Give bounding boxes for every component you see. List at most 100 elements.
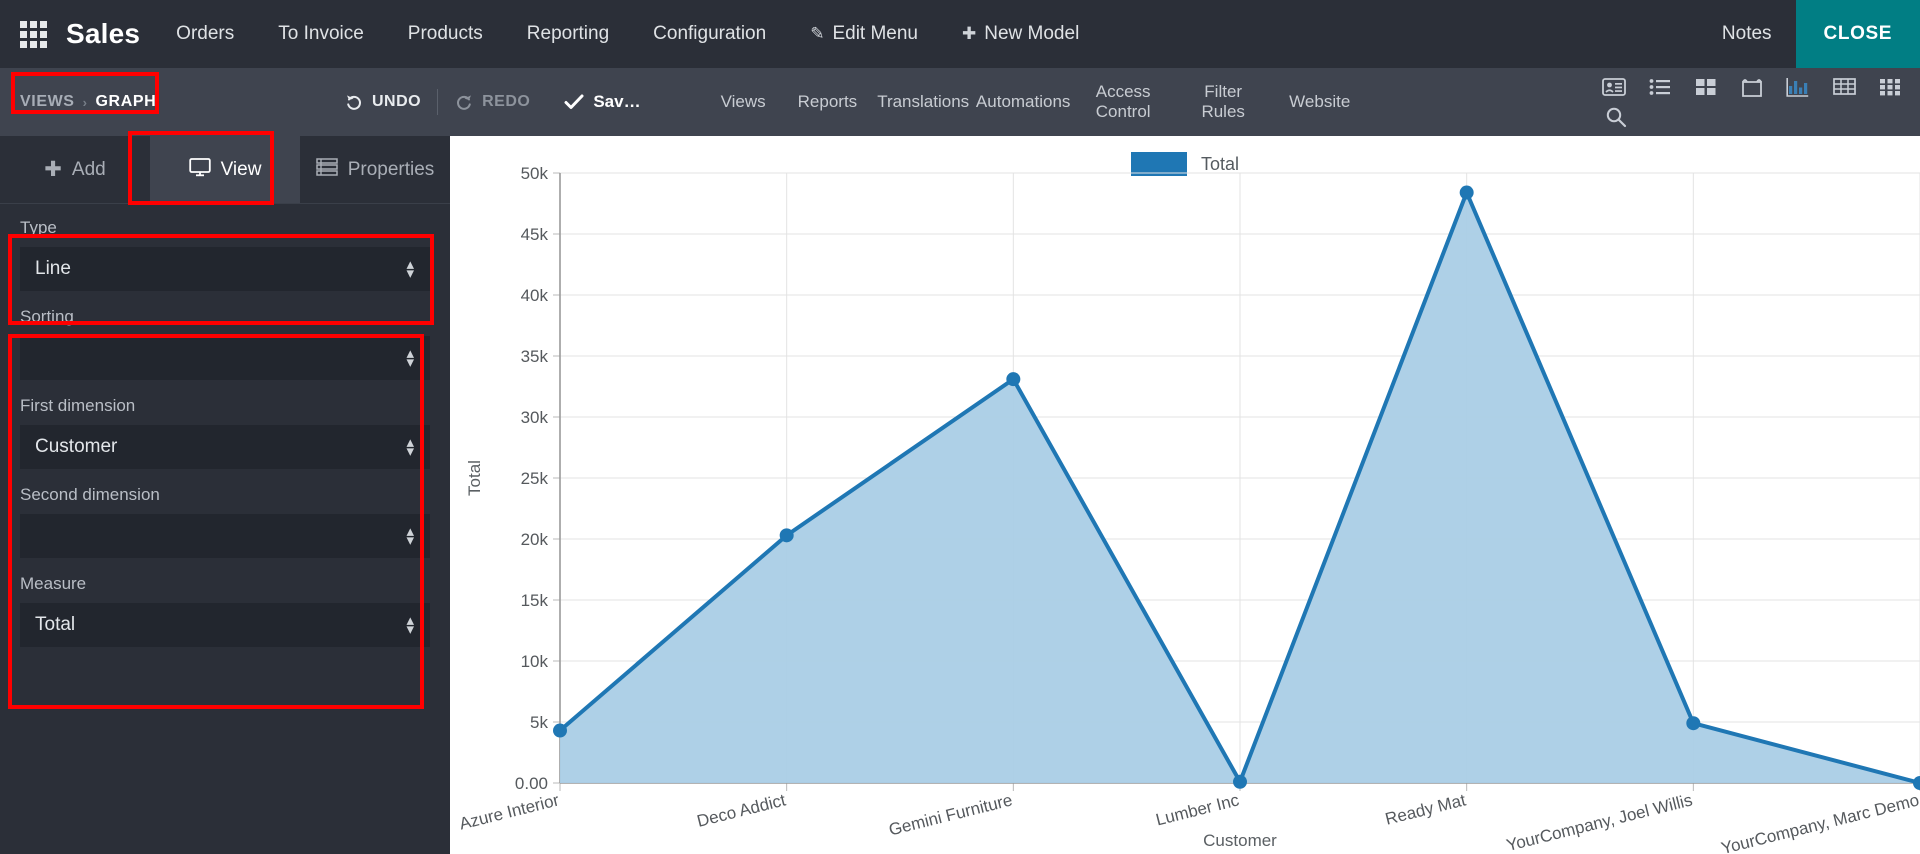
svg-text:25k: 25k [521, 469, 549, 488]
svg-text:0.00: 0.00 [515, 774, 548, 793]
chevron-updown-icon: ▴ ▾ [406, 344, 414, 371]
monitor-icon [188, 157, 211, 183]
pivot-icon[interactable] [1830, 74, 1858, 100]
notes-button[interactable]: Notes [1698, 0, 1796, 68]
studio-toolbar: VIEWS › GRAPH UNDO REDO Sav… Views Repor… [0, 68, 1920, 136]
calendar-icon[interactable] [1738, 74, 1766, 100]
edit-menu-text: Edit Menu [832, 23, 918, 44]
type-select[interactable]: Line ▴ ▾ [20, 247, 430, 291]
grid-icon[interactable] [1876, 74, 1904, 100]
check-icon [564, 94, 584, 109]
body: ✚ Add View Properties Type Line ▴ ▾ Sort… [0, 136, 1920, 854]
svg-text:Azure Interior: Azure Interior [457, 790, 561, 833]
second-dimension-select[interactable]: ▴ ▾ [20, 514, 430, 558]
sidebar-fields: Type Line ▴ ▾ Sorting ▴ ▾ First dimension [0, 204, 450, 657]
svg-text:15k: 15k [521, 591, 549, 610]
menu-item-orders[interactable]: Orders [154, 0, 256, 68]
field-sorting: Sorting ▴ ▾ [0, 301, 450, 390]
field-first-dimension-label: First dimension [20, 396, 136, 415]
first-dimension-select[interactable]: Customer ▴ ▾ [20, 425, 430, 469]
menu-item-products[interactable]: Products [386, 0, 505, 68]
properties-icon [315, 157, 338, 183]
breadcrumb-graph[interactable]: GRAPH [96, 93, 157, 111]
field-second-dimension: Second dimension ▴ ▾ [0, 479, 450, 568]
tab-access-control[interactable]: Access Control [1073, 68, 1173, 136]
save-button[interactable]: Sav… [546, 92, 658, 112]
sorting-select[interactable]: ▴ ▾ [20, 336, 430, 380]
type-select-value: Line [35, 258, 71, 279]
view-switcher [1590, 68, 1920, 136]
apps-grid-icon[interactable] [0, 0, 66, 68]
plus-icon: ✚ [44, 158, 62, 181]
graph-icon[interactable] [1784, 74, 1812, 100]
tab-filter-rules[interactable]: Filter Rules [1173, 68, 1273, 136]
field-measure: Measure Total ▴ ▾ [0, 568, 450, 657]
contact-card-icon[interactable] [1600, 74, 1628, 100]
new-model-button[interactable]: ✚ New Model [940, 0, 1101, 68]
svg-text:5k: 5k [530, 713, 548, 732]
svg-text:50k: 50k [521, 164, 549, 183]
main-menu: Orders To Invoice Products Reporting Con… [154, 0, 1101, 68]
sidebar-tab-properties-label: Properties [347, 158, 435, 180]
field-second-dimension-label: Second dimension [20, 485, 160, 504]
measure-select-value: Total [35, 614, 76, 635]
sidebar-tab-add[interactable]: ✚ Add [0, 136, 150, 203]
navbar-right: Notes CLOSE [1698, 0, 1920, 68]
pencil-icon: ✎ [810, 24, 825, 43]
plus-icon: ✚ [962, 24, 977, 43]
menu-item-reporting[interactable]: Reporting [505, 0, 631, 68]
svg-text:30k: 30k [521, 408, 549, 427]
tab-views[interactable]: Views [705, 68, 782, 136]
tab-automations[interactable]: Automations [973, 68, 1073, 136]
save-label: Sav… [593, 92, 641, 111]
undo-button[interactable]: UNDO [328, 92, 437, 112]
tab-website[interactable]: Website [1273, 68, 1366, 136]
chevron-updown-icon: ▴ ▾ [406, 522, 414, 549]
measure-select[interactable]: Total ▴ ▾ [20, 603, 430, 647]
sidebar-tab-properties[interactable]: Properties [300, 136, 450, 203]
search-icon[interactable] [1602, 104, 1630, 130]
view-switcher-row [1600, 74, 1904, 100]
breadcrumb[interactable]: VIEWS › GRAPH [0, 68, 178, 136]
tab-reports[interactable]: Reports [782, 68, 874, 136]
menu-item-configuration[interactable]: Configuration [631, 0, 788, 68]
chevron-updown-icon: ▴ ▾ [406, 611, 414, 638]
chart-canvas[interactable]: 0.00 5k 10k 15k 20k 25k 30k 35k 40k 45k 50k Azure I… [450, 136, 1920, 854]
list-icon[interactable] [1646, 74, 1674, 100]
navbar-spacer [1101, 0, 1698, 68]
edit-menu-button[interactable]: ✎ Edit Menu [788, 0, 940, 68]
redo-button[interactable]: REDO [438, 92, 546, 112]
app-root: Sales Orders To Invoice Products Reporti… [0, 0, 1920, 854]
field-type-label: Type [20, 218, 57, 237]
field-measure-label: Measure [20, 574, 87, 593]
kanban-icon[interactable] [1692, 74, 1720, 100]
breadcrumb-views[interactable]: VIEWS [20, 93, 75, 111]
studio-tabs: Views Reports Translations Automations A… [705, 68, 1367, 136]
editor-sidebar: ✚ Add View Properties Type Line ▴ ▾ Sort… [0, 136, 450, 854]
redo-label: REDO [482, 93, 531, 110]
svg-text:Ready Mat: Ready Mat [1383, 790, 1468, 828]
graph-view: Total 0.00 5k 10k 15k 20k 25k 30k 35k 40k 45k 50k A… [450, 136, 1920, 854]
svg-text:Gemini Furniture: Gemini Furniture [887, 790, 1014, 839]
chevron-updown-icon: ▴ ▾ [406, 433, 414, 460]
menu-item-to-invoice[interactable]: To Invoice [256, 0, 386, 68]
svg-text:35k: 35k [521, 347, 549, 366]
chevron-updown-icon: ▴ ▾ [406, 255, 414, 282]
undo-redo-group: UNDO REDO Sav… [328, 68, 659, 136]
field-type: Type Line ▴ ▾ [0, 212, 450, 301]
app-brand-sales[interactable]: Sales [66, 0, 154, 68]
undo-icon [347, 95, 361, 110]
sidebar-tab-add-label: Add [71, 158, 106, 180]
first-dimension-select-value: Customer [35, 436, 118, 457]
svg-text:Deco Addict: Deco Addict [695, 790, 788, 830]
search-row [1600, 104, 1904, 130]
tab-translations[interactable]: Translations [873, 68, 973, 136]
svg-text:Lumber Inc: Lumber Inc [1154, 790, 1242, 829]
sidebar-tab-view-label: View [220, 158, 262, 180]
field-sorting-label: Sorting [20, 307, 74, 326]
close-button[interactable]: CLOSE [1795, 0, 1920, 68]
svg-text:Customer: Customer [1203, 831, 1277, 850]
svg-text:Total: Total [465, 460, 484, 496]
sidebar-tab-view[interactable]: View [150, 136, 300, 203]
svg-text:YourCompany, Marc Demo: YourCompany, Marc Demo [1719, 790, 1920, 854]
